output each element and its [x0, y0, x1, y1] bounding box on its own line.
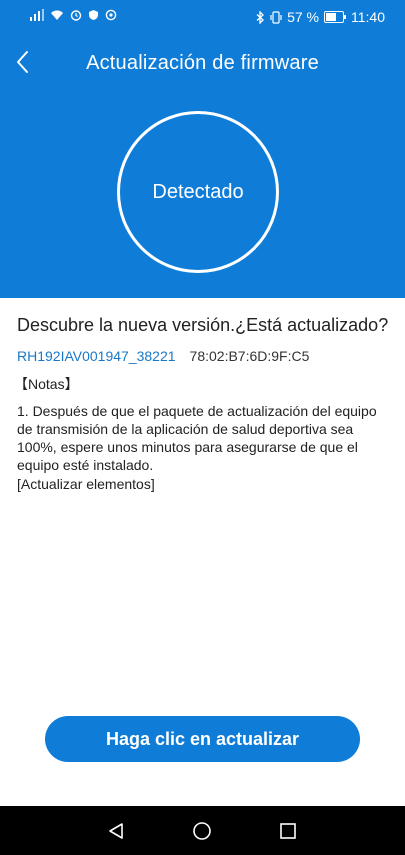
title-bar: Actualización de firmware: [0, 40, 405, 84]
notes-text: 1. Después de que el paquete de actualiz…: [17, 403, 377, 473]
detection-status-label: Detectado: [152, 180, 244, 203]
device-info-row: RH192IAV001947_38221 78:02:B7:6D:9F:C5: [17, 348, 309, 364]
recents-square-icon: [280, 823, 296, 839]
status-right: 57 % 11:40: [256, 9, 385, 25]
status-left-icons: [30, 9, 117, 21]
nav-home-button[interactable]: [190, 819, 214, 843]
update-items-label: [Actualizar elementos]: [17, 476, 155, 492]
bluetooth-icon: [256, 10, 265, 24]
update-button[interactable]: Haga clic en actualizar: [45, 716, 360, 762]
device-id: RH192IAV001947_38221: [17, 348, 176, 364]
battery-percent: 57 %: [287, 9, 319, 25]
status-bar: 57 % 11:40: [0, 0, 405, 34]
detection-status-circle: Detectado: [117, 111, 279, 273]
nav-recents-button[interactable]: [276, 819, 300, 843]
notification-icon: [88, 9, 99, 21]
signal-icon: [30, 9, 44, 21]
navigation-bar: [0, 806, 405, 855]
vibrate-icon: [270, 10, 282, 24]
page-title: Actualización de firmware: [86, 52, 319, 74]
notes-title: 【Notas】: [14, 376, 79, 392]
battery-icon: [324, 11, 346, 23]
clock: 11:40: [351, 9, 385, 25]
mac-address: 78:02:B7:6D:9F:C5: [189, 348, 310, 364]
nav-back-button[interactable]: [104, 819, 128, 843]
back-triangle-icon: [107, 822, 125, 840]
app-notification-icon: [105, 9, 117, 21]
new-version-heading: Descubre la nueva versión.¿Está actualiz…: [17, 315, 389, 335]
wifi-icon: [50, 9, 64, 21]
header-area: 57 % 11:40 Actualización de firmware Det…: [0, 0, 405, 298]
alarm-icon: [70, 9, 82, 21]
home-circle-icon: [192, 821, 212, 841]
